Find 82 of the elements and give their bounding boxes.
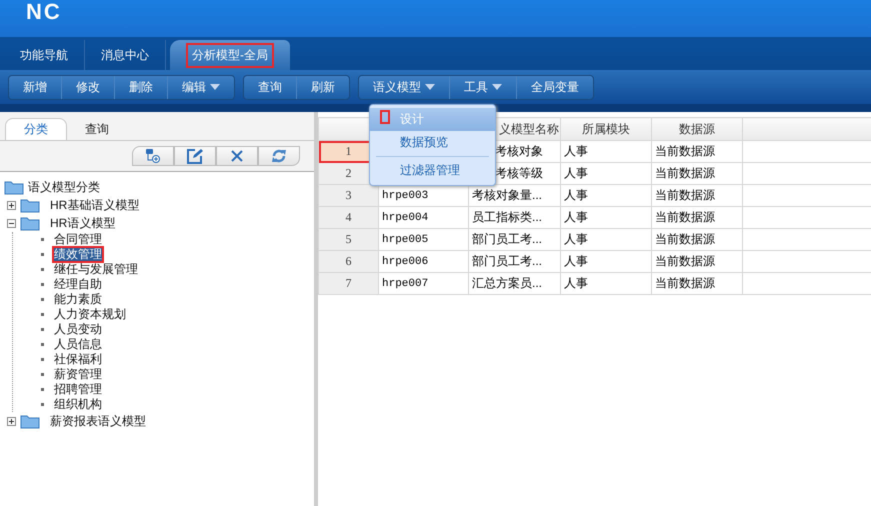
toolbar-button[interactable]: 编辑 bbox=[168, 76, 234, 98]
tree-item[interactable]: 组织机构 bbox=[52, 396, 104, 413]
table-cell: 人事 bbox=[560, 162, 652, 184]
tree-item[interactable]: 继任与发展管理 bbox=[52, 261, 140, 278]
tree-connector bbox=[41, 403, 44, 406]
row-number[interactable]: 4 bbox=[318, 206, 378, 228]
tree-item[interactable]: 社保福利 bbox=[52, 351, 104, 368]
table-cell: hrpe005 bbox=[378, 228, 468, 250]
tree-item[interactable]: 薪资报表语义模型 bbox=[48, 412, 148, 430]
highlight-box bbox=[380, 110, 390, 124]
table-cell: 人事 bbox=[560, 184, 652, 206]
table-cell: 人事 bbox=[560, 272, 652, 294]
tree-item[interactable]: HR基础语义模型 bbox=[48, 196, 142, 214]
table-cell: 人事 bbox=[560, 140, 652, 162]
tree-item[interactable]: 绩效管理 bbox=[52, 246, 104, 263]
column-header: 数据源 bbox=[652, 118, 742, 140]
folder-icon bbox=[20, 414, 40, 428]
tree-item[interactable]: 薪资管理 bbox=[52, 366, 104, 383]
folder-icon bbox=[4, 180, 24, 194]
tree-item[interactable]: 人力资本规划 bbox=[52, 306, 128, 323]
panel-tab[interactable]: 分类 bbox=[5, 118, 67, 140]
folder-icon bbox=[20, 198, 40, 212]
add-node-icon[interactable] bbox=[132, 146, 174, 166]
table-cell: 人事 bbox=[560, 250, 652, 272]
row-number[interactable]: 6 bbox=[318, 250, 378, 272]
table-cell: 当前数据源 bbox=[652, 162, 742, 184]
toolbar-button[interactable]: 刷新 bbox=[297, 76, 349, 98]
tree-connector bbox=[41, 283, 44, 286]
toolbar-button[interactable]: 工具 bbox=[450, 76, 517, 98]
folder-icon bbox=[20, 216, 40, 230]
tree-connector bbox=[41, 373, 44, 376]
table-cell: 当前数据源 bbox=[652, 272, 742, 294]
table-cell: 部门员工考... bbox=[468, 228, 560, 250]
close-icon[interactable] bbox=[216, 146, 258, 166]
table-cell: 当前数据源 bbox=[652, 250, 742, 272]
edit-icon[interactable] bbox=[174, 146, 216, 166]
panel-tab[interactable]: 查询 bbox=[67, 118, 127, 140]
table-cell: 当前数据源 bbox=[652, 228, 742, 250]
tree-item[interactable]: 招聘管理 bbox=[52, 381, 104, 398]
toolbar-button[interactable]: 全局变量 bbox=[517, 76, 593, 98]
tree-item[interactable]: 人员信息 bbox=[52, 336, 104, 353]
tree-item[interactable]: 语义模型分类 bbox=[26, 178, 102, 196]
table-cell: 当前数据源 bbox=[652, 206, 742, 228]
expand-icon[interactable] bbox=[7, 416, 16, 426]
tree-item[interactable]: 经理自助 bbox=[52, 276, 104, 293]
row-number[interactable]: 3 bbox=[318, 184, 378, 206]
tree-item[interactable]: 人员变动 bbox=[52, 321, 104, 338]
tree-connector bbox=[41, 268, 44, 271]
table-cell: hrpe004 bbox=[378, 206, 468, 228]
table-cell: 人事 bbox=[560, 228, 652, 250]
tree-connector bbox=[41, 253, 44, 256]
refresh-icon[interactable] bbox=[258, 146, 300, 166]
toolbar-button[interactable]: 修改 bbox=[62, 76, 115, 98]
tree-item[interactable]: 能力素质 bbox=[52, 291, 104, 308]
tree-connector bbox=[41, 313, 44, 316]
tree-item[interactable]: 合同管理 bbox=[52, 231, 104, 248]
tree-connector bbox=[41, 343, 44, 346]
toolbar-button[interactable]: 新增 bbox=[9, 76, 62, 98]
table-cell: 汇总方案员... bbox=[468, 272, 560, 294]
tree-connector bbox=[41, 238, 44, 241]
nav-tab[interactable]: 分析模型-全局 bbox=[170, 40, 290, 70]
collapse-icon[interactable] bbox=[7, 218, 16, 228]
table-cell: hrpe006 bbox=[378, 250, 468, 272]
table-cell: 人事 bbox=[560, 206, 652, 228]
table-cell: hrpe007 bbox=[378, 272, 468, 294]
tree-connector bbox=[41, 388, 44, 391]
expand-icon[interactable] bbox=[7, 200, 16, 210]
row-number[interactable]: 7 bbox=[318, 272, 378, 294]
toolbar-button[interactable]: 查询 bbox=[244, 76, 297, 98]
column-header: 所属模块 bbox=[560, 118, 652, 140]
tree-connector bbox=[41, 328, 44, 331]
table-cell: 员工指标类... bbox=[468, 206, 560, 228]
logo: NC bbox=[26, 1, 62, 23]
tree-connector bbox=[41, 298, 44, 301]
row-number[interactable]: 5 bbox=[318, 228, 378, 250]
table-cell: 当前数据源 bbox=[652, 184, 742, 206]
tree-item[interactable]: HR语义模型 bbox=[48, 214, 118, 232]
toolbar-button[interactable]: 语义模型 bbox=[359, 76, 450, 98]
toolbar-button[interactable]: 删除 bbox=[115, 76, 168, 98]
table-cell: 当前数据源 bbox=[652, 140, 742, 162]
table-cell: 部门员工考... bbox=[468, 250, 560, 272]
tree-connector bbox=[41, 358, 44, 361]
